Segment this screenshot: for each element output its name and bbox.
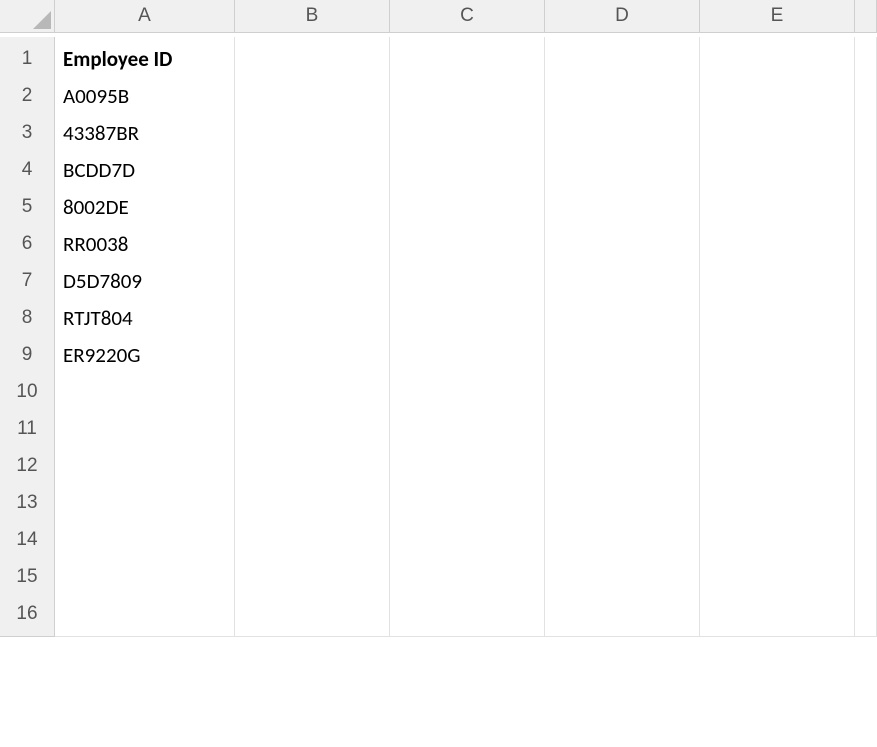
column-header-a[interactable]: A	[55, 0, 235, 33]
column-header-partial[interactable]	[855, 0, 877, 33]
column-header-e[interactable]: E	[700, 0, 855, 33]
cell-e16[interactable]	[700, 592, 855, 637]
cell-f16[interactable]	[855, 592, 877, 637]
cell-b16[interactable]	[235, 592, 390, 637]
spreadsheet-grid: A B C D E 1 Employee ID 2 A0095B 3 43387…	[0, 0, 877, 629]
column-header-d[interactable]: D	[545, 0, 700, 33]
column-header-c[interactable]: C	[390, 0, 545, 33]
cell-c16[interactable]	[390, 592, 545, 637]
select-all-corner[interactable]	[0, 0, 55, 33]
column-header-b[interactable]: B	[235, 0, 390, 33]
cell-a16[interactable]	[55, 592, 235, 637]
cell-d16[interactable]	[545, 592, 700, 637]
row-header-16[interactable]: 16	[0, 592, 55, 637]
